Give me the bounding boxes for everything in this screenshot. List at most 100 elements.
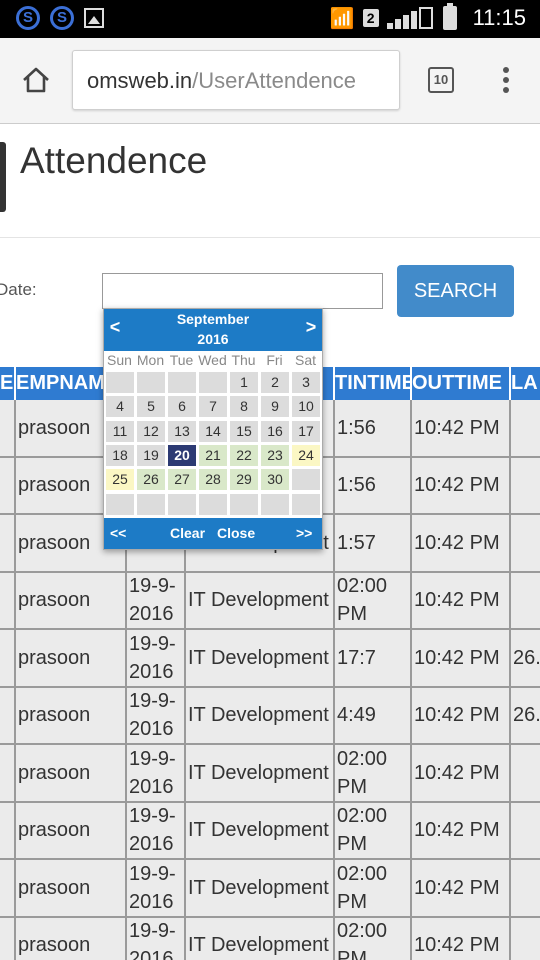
day-cell[interactable]: 21 [199, 444, 227, 466]
id-cell [0, 802, 16, 858]
day-cell[interactable]: 20 [168, 444, 196, 466]
date-cell: 19-9-2016 [127, 630, 186, 686]
url-path: /UserAttendence [192, 68, 357, 93]
date-cell: 19-9-2016 [127, 860, 186, 916]
day-cell[interactable]: 14 [199, 420, 227, 442]
date-input[interactable] [102, 273, 383, 309]
id-cell [0, 745, 16, 801]
day-cell[interactable]: 4 [106, 396, 134, 418]
day-cell[interactable]: 25 [106, 469, 134, 491]
sim-badge: 2 [362, 9, 379, 27]
day-cell[interactable]: 7 [199, 396, 227, 418]
day-cell[interactable]: 16 [261, 420, 289, 442]
id-cell [0, 630, 16, 686]
department-cell: IT Development [186, 687, 335, 743]
day-cell[interactable]: 22 [230, 444, 258, 466]
day-cell[interactable]: 8 [230, 396, 258, 418]
page-content: Attendence Date: SEARCH E EMPNAM TINTIME… [0, 124, 540, 960]
day-cell[interactable]: 23 [261, 444, 289, 466]
empty-day-cell [137, 372, 165, 393]
department-cell: IT Development [186, 802, 335, 858]
id-cell [0, 457, 16, 513]
name-cell: prasoon [16, 745, 127, 801]
day-cell[interactable]: 28 [199, 469, 227, 491]
day-cell[interactable]: 9 [261, 396, 289, 418]
close-button[interactable]: Close [217, 525, 255, 541]
day-cell[interactable]: 24 [292, 444, 320, 466]
day-cell[interactable]: 30 [261, 469, 289, 491]
title-accent [0, 142, 6, 212]
name-cell: prasoon [16, 630, 127, 686]
empty-day-cell [137, 493, 165, 515]
empty-day-cell [106, 372, 134, 393]
day-cell[interactable]: 1 [230, 372, 258, 393]
column-header[interactable]: E [0, 367, 16, 400]
column-header[interactable]: TINTIME [335, 367, 412, 400]
weekday-label: Wed [198, 352, 227, 368]
table-row: prasoon 19-9-2016 IT Development 02:00 PM 10… [0, 802, 540, 860]
date-cell: 19-9-2016 [127, 917, 186, 960]
datepicker-month: September [176, 311, 250, 327]
datepicker-year: 2016 [197, 331, 229, 347]
day-cell[interactable]: 18 [106, 444, 134, 466]
day-cell[interactable]: 6 [168, 396, 196, 418]
intime-cell: 1:56 [335, 400, 412, 456]
outtime-cell: 10:42 PM [412, 802, 511, 858]
day-cell[interactable]: 12 [137, 420, 165, 442]
date-label: Date: [0, 280, 37, 299]
clear-button[interactable]: Clear [170, 525, 205, 541]
weekday-label: Sun [107, 352, 132, 368]
column-header[interactable]: OUTTIME [412, 367, 511, 400]
extra-cell [511, 918, 540, 960]
name-cell: prasoon [16, 572, 127, 628]
home-icon[interactable] [20, 64, 52, 96]
column-header[interactable]: LA [511, 367, 540, 400]
weekday-label: Mon [136, 352, 165, 368]
next-year-button[interactable]: >> [296, 525, 312, 541]
gallery-icon [84, 8, 104, 28]
datepicker-header: < September 2016 > [104, 309, 322, 351]
name-cell: prasoon [16, 687, 127, 743]
outtime-cell: 10:42 PM [412, 745, 511, 801]
day-cell[interactable]: 11 [106, 420, 134, 442]
weekday-label: Thu [231, 352, 256, 368]
day-cell[interactable]: 26 [137, 469, 165, 491]
intime-cell: 1:56 [335, 457, 412, 513]
outtime-cell: 10:42 PM [412, 917, 511, 960]
intime-cell: 1:57 [335, 515, 412, 571]
department-cell: IT Development [186, 572, 335, 628]
outtime-cell: 10:42 PM [412, 630, 511, 686]
clock: 11:15 [472, 5, 526, 30]
overflow-menu-icon[interactable] [498, 64, 514, 96]
day-cell[interactable]: 2 [261, 372, 289, 393]
address-bar[interactable]: omsweb.in/UserAttendence [72, 50, 400, 110]
table-row: prasoon 19-9-2016 IT Development 17:7 10:42 … [0, 630, 540, 688]
weekday-label: Tue [169, 352, 194, 368]
browser-toolbar: omsweb.in/UserAttendence 10 [0, 38, 540, 124]
search-button[interactable]: SEARCH [397, 265, 514, 317]
s-app-icon: S [50, 6, 74, 30]
weekday-label: Sat [294, 352, 316, 368]
day-cell[interactable]: 10 [292, 396, 320, 418]
weekday-header: Sun Mon Tue Wed Thu Fri Sat [104, 352, 322, 370]
extra-cell [511, 400, 540, 456]
prev-year-button[interactable]: << [110, 525, 126, 541]
id-cell [0, 687, 16, 743]
extra-cell [511, 515, 540, 571]
day-cell[interactable]: 3 [292, 372, 320, 393]
empty-day-cell [292, 493, 320, 515]
day-cell[interactable]: 29 [230, 469, 258, 491]
day-cell[interactable]: 27 [168, 469, 196, 491]
day-cell[interactable]: 19 [137, 444, 165, 466]
day-cell[interactable]: 13 [168, 420, 196, 442]
day-cell[interactable]: 5 [137, 396, 165, 418]
intime-cell: 02:00 PM [335, 860, 412, 916]
intime-cell: 17:7 [335, 630, 412, 686]
weekday-label: Fri [266, 352, 283, 368]
next-month-button[interactable]: > [300, 317, 322, 338]
day-cell[interactable]: 15 [230, 420, 258, 442]
intime-cell: 4:49 [335, 687, 412, 743]
day-cell[interactable]: 17 [292, 420, 320, 442]
tab-switcher-button[interactable]: 10 [428, 67, 454, 93]
empty-day-cell [199, 372, 227, 393]
